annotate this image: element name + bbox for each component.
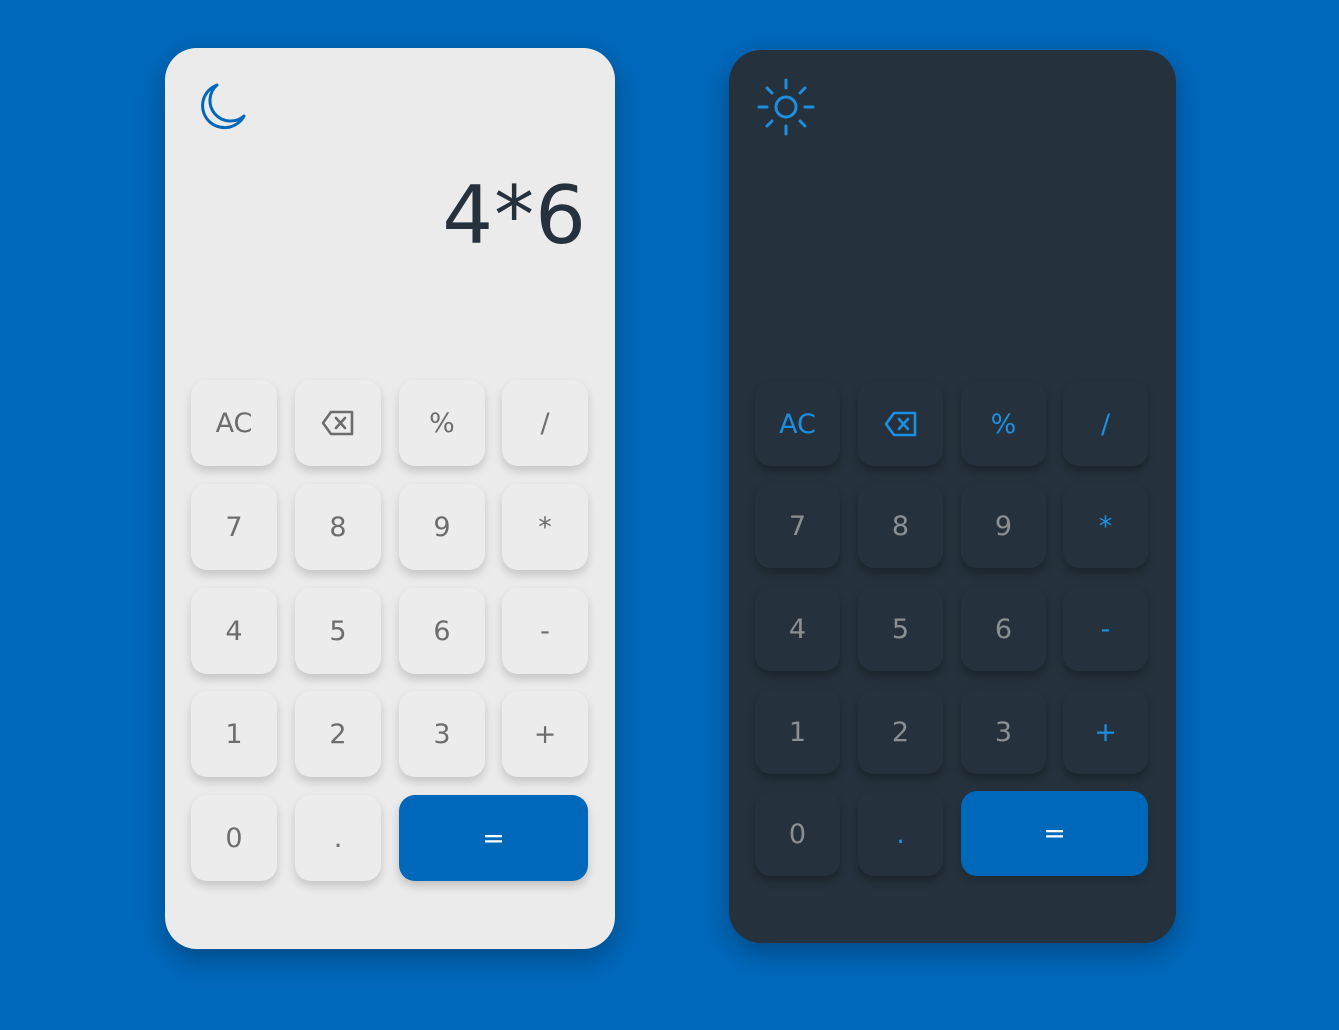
divide-label: / (1100, 408, 1111, 440)
digit-9-button[interactable]: 9 (961, 484, 1046, 568)
backspace-icon (884, 411, 918, 437)
digit-label: 0 (788, 818, 807, 850)
digit-label: 1 (225, 718, 243, 750)
digit-7-button[interactable]: 7 (755, 484, 840, 568)
multiply-button[interactable]: * (1063, 484, 1148, 568)
sun-icon[interactable] (755, 76, 817, 138)
digit-label: 1 (788, 716, 807, 748)
percent-label: % (429, 407, 455, 439)
digit-0-button[interactable]: 0 (755, 792, 840, 876)
digit-1-button[interactable]: 1 (755, 690, 840, 774)
decimal-button[interactable]: . (858, 792, 943, 876)
digit-label: 6 (433, 615, 451, 647)
digit-label: 3 (433, 718, 451, 750)
digit-label: 4 (788, 613, 807, 645)
digit-label: 6 (994, 613, 1013, 645)
digit-label: 7 (788, 510, 807, 542)
digit-label: 5 (329, 615, 347, 647)
calculator-display: 4*6 (442, 169, 587, 262)
divide-label: / (540, 407, 550, 439)
digit-2-button[interactable]: 2 (295, 691, 381, 777)
multiply-label: * (1098, 510, 1113, 542)
multiply-button[interactable]: * (502, 484, 588, 570)
digit-label: 5 (891, 613, 910, 645)
moon-icon[interactable] (195, 80, 249, 134)
minus-label: - (1100, 613, 1111, 645)
digit-4-button[interactable]: 4 (191, 588, 277, 674)
multiply-label: * (538, 511, 552, 543)
digit-5-button[interactable]: 5 (295, 588, 381, 674)
clear-button[interactable]: AC (191, 380, 277, 466)
clear-label: AC (779, 408, 816, 440)
digit-8-button[interactable]: 8 (858, 484, 943, 568)
digit-5-button[interactable]: 5 (858, 587, 943, 671)
digit-7-button[interactable]: 7 (191, 484, 277, 570)
digit-label: 0 (225, 822, 243, 854)
digit-3-button[interactable]: 3 (961, 690, 1046, 774)
digit-label: 7 (225, 511, 243, 543)
decimal-button[interactable]: . (295, 795, 381, 881)
divide-button[interactable]: / (1063, 382, 1148, 466)
equals-label: = (482, 822, 505, 854)
percent-button[interactable]: % (961, 382, 1046, 466)
plus-label: + (533, 718, 557, 750)
digit-label: 9 (994, 510, 1013, 542)
decimal-label: . (333, 822, 343, 854)
minus-label: - (540, 615, 550, 647)
digit-label: 4 (225, 615, 243, 647)
divide-button[interactable]: / (502, 380, 588, 466)
equals-label: = (1043, 818, 1066, 849)
digit-6-button[interactable]: 6 (399, 588, 485, 674)
digit-label: 2 (891, 716, 910, 748)
backspace-icon (321, 410, 355, 436)
digit-9-button[interactable]: 9 (399, 484, 485, 570)
digit-8-button[interactable]: 8 (295, 484, 381, 570)
digit-3-button[interactable]: 3 (399, 691, 485, 777)
clear-label: AC (215, 407, 253, 439)
digit-label: 9 (433, 511, 451, 543)
backspace-button[interactable] (858, 382, 943, 466)
decimal-label: . (896, 818, 905, 850)
percent-label: % (990, 408, 1017, 440)
backspace-button[interactable] (295, 380, 381, 466)
dark-calculator: AC % / 7 8 9 * 4 5 6 - 1 2 3 + 0 . = (729, 50, 1176, 943)
digit-label: 8 (329, 511, 347, 543)
digit-1-button[interactable]: 1 (191, 691, 277, 777)
digit-label: 8 (891, 510, 910, 542)
equals-button[interactable]: = (961, 791, 1148, 876)
plus-button[interactable]: + (1063, 690, 1148, 774)
digit-4-button[interactable]: 4 (755, 587, 840, 671)
plus-label: + (1094, 716, 1117, 748)
digit-2-button[interactable]: 2 (858, 690, 943, 774)
minus-button[interactable]: - (502, 588, 588, 674)
equals-button[interactable]: = (399, 795, 588, 881)
digit-label: 2 (329, 718, 347, 750)
percent-button[interactable]: % (399, 380, 485, 466)
digit-0-button[interactable]: 0 (191, 795, 277, 881)
digit-6-button[interactable]: 6 (961, 587, 1046, 671)
light-calculator: 4*6 AC % / 7 8 9 * 4 5 6 - 1 2 3 + 0 . = (165, 48, 615, 949)
clear-button[interactable]: AC (755, 382, 840, 466)
minus-button[interactable]: - (1063, 587, 1148, 671)
plus-button[interactable]: + (502, 691, 588, 777)
digit-label: 3 (994, 716, 1013, 748)
